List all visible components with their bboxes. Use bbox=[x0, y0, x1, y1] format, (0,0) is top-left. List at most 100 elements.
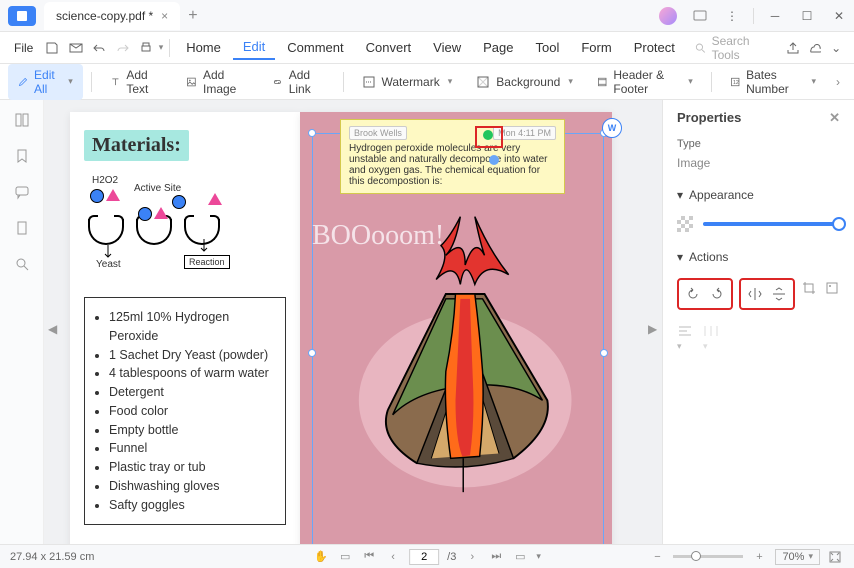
mail-icon[interactable] bbox=[65, 36, 86, 60]
close-window-button[interactable]: ✕ bbox=[824, 1, 854, 31]
zoom-in-icon[interactable]: + bbox=[751, 551, 767, 563]
chevron-down-icon: ▾ bbox=[688, 76, 693, 87]
distribute-button[interactable]: ▾ bbox=[703, 324, 719, 352]
replace-image-button[interactable] bbox=[824, 278, 841, 298]
menubar: File ▾ Home Edit Comment Convert View Pa… bbox=[0, 32, 854, 64]
align-button[interactable]: ▾ bbox=[677, 324, 693, 352]
menu-convert[interactable]: Convert bbox=[356, 36, 422, 59]
share-icon[interactable] bbox=[783, 37, 803, 59]
list-item: Food color bbox=[109, 402, 277, 421]
add-image-button[interactable]: Add Image bbox=[176, 64, 258, 100]
list-item: 1 Sachet Dry Yeast (powder) bbox=[109, 346, 277, 365]
resize-handle-ml[interactable] bbox=[308, 349, 316, 357]
menu-view[interactable]: View bbox=[423, 36, 471, 59]
resize-handle-mr[interactable] bbox=[600, 349, 608, 357]
page-left: Materials: H2O2 Active Site Yeast bbox=[70, 112, 300, 544]
cloud-icon[interactable] bbox=[805, 37, 825, 59]
page-total: /3 bbox=[447, 551, 456, 563]
slider-thumb[interactable] bbox=[832, 217, 846, 231]
page-dimensions: 27.94 x 21.59 cm bbox=[10, 551, 94, 563]
print-icon[interactable] bbox=[135, 36, 156, 60]
text-icon bbox=[110, 75, 121, 89]
opacity-slider[interactable] bbox=[703, 222, 840, 226]
header-footer-button[interactable]: Header & Footer ▾ bbox=[587, 64, 703, 100]
search-tools[interactable]: Search Tools bbox=[687, 34, 781, 62]
list-item: 125ml 10% Hydrogen Peroxide bbox=[109, 308, 277, 346]
select-tool-icon[interactable]: ▭ bbox=[337, 550, 353, 563]
next-page-arrow[interactable]: ▶ bbox=[648, 322, 658, 336]
more-icon[interactable]: ⋮ bbox=[717, 1, 747, 31]
menu-tool[interactable]: Tool bbox=[526, 36, 570, 59]
menu-page[interactable]: Page bbox=[473, 36, 523, 59]
save-icon[interactable] bbox=[41, 36, 62, 60]
crop-button[interactable] bbox=[801, 278, 818, 298]
flip-horizontal-button[interactable] bbox=[745, 284, 765, 304]
redo-icon[interactable] bbox=[112, 36, 133, 60]
properties-panel: Properties ✕ Type Image ▾ Appearance ▾ A… bbox=[662, 100, 854, 544]
menu-form[interactable]: Form bbox=[571, 36, 621, 59]
document-tab[interactable]: science-copy.pdf * × bbox=[44, 2, 180, 30]
add-text-button[interactable]: Add Text bbox=[100, 64, 173, 100]
add-link-button[interactable]: Add Link bbox=[262, 64, 335, 100]
list-item: Dishwashing gloves bbox=[109, 477, 277, 496]
search-panel-icon[interactable] bbox=[10, 252, 34, 276]
rotate-right-button[interactable] bbox=[707, 284, 727, 304]
next-page-icon[interactable]: › bbox=[464, 551, 480, 563]
green-dot-1 bbox=[483, 130, 493, 140]
list-item: Detergent bbox=[109, 383, 277, 402]
note-body: Hydrogen peroxide molecules are very uns… bbox=[349, 143, 556, 187]
link-icon bbox=[272, 75, 283, 89]
attachments-icon[interactable] bbox=[10, 216, 34, 240]
rotate-left-button[interactable] bbox=[683, 284, 703, 304]
hand-tool-icon[interactable]: ✋ bbox=[313, 550, 329, 563]
avatar-icon[interactable] bbox=[653, 1, 683, 31]
titlebar: science-copy.pdf * × + ⋮ ─ ☐ ✕ bbox=[0, 0, 854, 32]
bates-number-button[interactable]: 12 Bates Number ▾ bbox=[720, 64, 826, 100]
page-number-input[interactable] bbox=[409, 549, 439, 565]
close-panel-icon[interactable]: ✕ bbox=[829, 110, 840, 126]
menu-comment[interactable]: Comment bbox=[277, 36, 353, 59]
menu-home[interactable]: Home bbox=[176, 36, 231, 59]
header-footer-icon bbox=[597, 75, 608, 89]
fit-page-icon[interactable] bbox=[828, 550, 844, 564]
page-right: Brook Wells Mon 4:11 PM Hydrogen peroxid… bbox=[300, 112, 612, 544]
word-badge[interactable]: W bbox=[602, 118, 622, 138]
edit-all-button[interactable]: Edit All ▾ bbox=[8, 64, 83, 100]
toolbar-overflow-icon[interactable]: › bbox=[830, 75, 846, 89]
zoom-value[interactable]: 70%▾ bbox=[775, 549, 820, 565]
first-page-icon[interactable]: ⏮ bbox=[361, 550, 377, 563]
bookmarks-icon[interactable] bbox=[10, 144, 34, 168]
collapse-icon[interactable]: ⌄ bbox=[826, 37, 846, 59]
flip-vertical-button[interactable] bbox=[769, 284, 789, 304]
last-page-icon[interactable]: ⏭ bbox=[488, 550, 504, 563]
maximize-button[interactable]: ☐ bbox=[792, 1, 822, 31]
background-icon bbox=[476, 75, 490, 89]
prev-page-arrow[interactable]: ◀ bbox=[48, 322, 58, 336]
chevron-down-icon: ▾ bbox=[568, 76, 573, 87]
message-icon[interactable] bbox=[685, 1, 715, 31]
actions-section[interactable]: ▾ Actions bbox=[677, 250, 840, 264]
appearance-section[interactable]: ▾ Appearance bbox=[677, 188, 840, 202]
app-logo bbox=[8, 6, 36, 26]
minimize-button[interactable]: ─ bbox=[760, 1, 790, 31]
chemistry-diagram: H2O2 Active Site Yeast Reaction bbox=[84, 177, 286, 277]
menu-edit[interactable]: Edit bbox=[233, 35, 275, 60]
comments-icon[interactable] bbox=[10, 180, 34, 204]
undo-icon[interactable] bbox=[88, 36, 109, 60]
prev-page-icon[interactable]: ‹ bbox=[385, 551, 401, 563]
close-tab-icon[interactable]: × bbox=[161, 9, 168, 23]
zoom-thumb[interactable] bbox=[691, 551, 701, 561]
resize-handle-tl[interactable] bbox=[308, 129, 316, 137]
background-button[interactable]: Background ▾ bbox=[466, 71, 583, 93]
document-canvas[interactable]: ◀ ▶ Materials: H2O2 Active Site Yeast bbox=[44, 100, 662, 544]
svg-text:12: 12 bbox=[733, 80, 739, 86]
add-tab-button[interactable]: + bbox=[188, 7, 197, 25]
file-menu[interactable]: File bbox=[8, 37, 39, 59]
thumbnails-icon[interactable] bbox=[10, 108, 34, 132]
zoom-slider[interactable] bbox=[673, 555, 743, 558]
menu-protect[interactable]: Protect bbox=[624, 36, 685, 59]
watermark-button[interactable]: Watermark ▾ bbox=[352, 71, 463, 93]
zoom-out-icon[interactable]: − bbox=[649, 551, 665, 563]
comment-note[interactable]: Brook Wells Mon 4:11 PM Hydrogen peroxid… bbox=[340, 119, 565, 194]
read-mode-icon[interactable]: ▭ bbox=[512, 550, 528, 563]
